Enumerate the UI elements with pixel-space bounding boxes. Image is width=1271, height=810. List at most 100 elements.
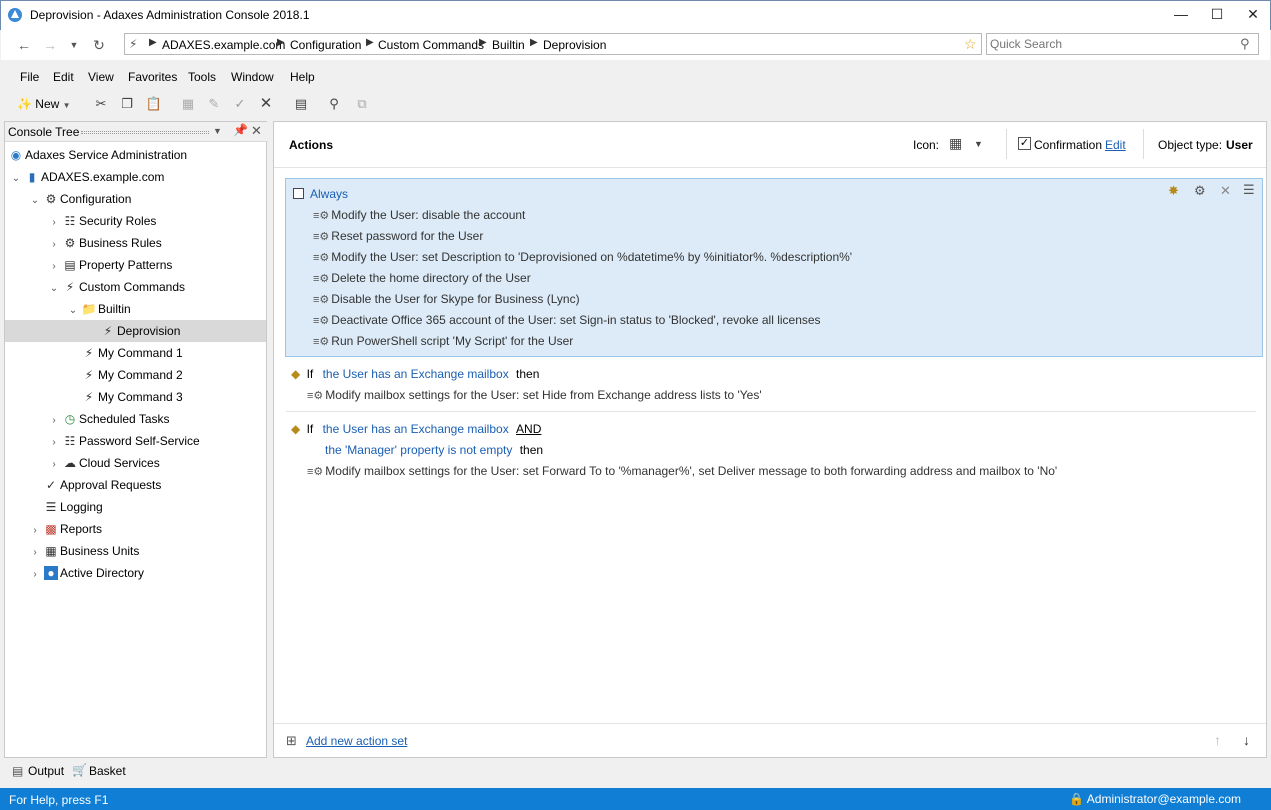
if-condition[interactable]: ◆ If the User has an Exchange mailbox AN…: [291, 422, 541, 436]
chevron-down-icon[interactable]: ⌄: [28, 190, 42, 212]
tree-item-approval-requests[interactable]: ✓ Approval Requests: [42, 474, 161, 496]
chevron-right-icon[interactable]: ›: [47, 234, 61, 256]
tree-item-cloud-services[interactable]: › ☁ Cloud Services: [47, 452, 159, 476]
tree-item-security-roles[interactable]: › ☷ Security Roles: [47, 210, 156, 232]
maximize-button[interactable]: ☐: [1199, 1, 1235, 29]
breadcrumb-custom-commands[interactable]: Custom Commands: [378, 38, 484, 52]
move-up-icon[interactable]: ↑: [1214, 732, 1221, 748]
menu-help[interactable]: Help: [290, 70, 315, 84]
chevron-down-icon[interactable]: ⌄: [9, 168, 23, 190]
breadcrumb-deprovision[interactable]: Deprovision: [543, 38, 606, 52]
tree-item-password-self-service[interactable]: › ☷ Password Self-Service: [47, 430, 199, 454]
back-icon[interactable]: ←: [13, 35, 35, 55]
tree-item-builtin[interactable]: ⌄ 📁 Builtin: [66, 298, 131, 320]
forward-icon[interactable]: →: [39, 35, 61, 55]
breadcrumb-separator-icon: ▶: [149, 37, 157, 48]
add-action-icon[interactable]: ⚙: [1194, 183, 1206, 199]
action-item[interactable]: ≡⚙ Run PowerShell script 'My Script' for …: [313, 334, 573, 348]
action-item[interactable]: ≡⚙ Delete the home directory of the User: [313, 271, 531, 285]
chevron-down-icon[interactable]: ⌄: [47, 278, 61, 300]
menu-tools[interactable]: Tools: [188, 70, 216, 84]
find-icon[interactable]: ⚲: [323, 94, 345, 114]
tab-output[interactable]: Output: [28, 764, 64, 778]
properties-icon[interactable]: ▤: [290, 94, 312, 114]
chevron-right-icon[interactable]: ›: [28, 520, 42, 542]
tree-item-configuration[interactable]: ⌄ ⚙ Configuration: [28, 188, 132, 212]
chevron-right-icon[interactable]: ›: [28, 564, 42, 586]
close-button[interactable]: ✕: [1235, 1, 1271, 29]
tree-item-my-command-3[interactable]: ⚡ My Command 3: [80, 386, 183, 408]
action-item[interactable]: ≡⚙ Modify mailbox settings for the User: …: [307, 388, 762, 402]
breadcrumb-domain[interactable]: ADAXES.example.com: [162, 38, 285, 52]
chevron-right-icon[interactable]: ›: [47, 212, 61, 234]
tree-item-logging[interactable]: ☰ Logging: [42, 496, 103, 518]
tab-basket[interactable]: Basket: [89, 764, 126, 778]
minimize-button[interactable]: —: [1163, 1, 1199, 29]
search-input[interactable]: [990, 37, 1230, 51]
action-item[interactable]: ≡⚙ Modify mailbox settings for the User: …: [307, 464, 1057, 478]
close-icon[interactable]: ✕: [251, 123, 262, 139]
add-condition-icon[interactable]: ✸: [1168, 183, 1179, 199]
action-gear-icon: ≡⚙: [307, 390, 324, 402]
add-new-action-set-link[interactable]: Add new action set: [306, 734, 407, 748]
action-item[interactable]: ≡⚙ Disable the User for Skype for Busines…: [313, 292, 580, 306]
chevron-right-icon[interactable]: ›: [47, 410, 61, 432]
confirmation-checkbox[interactable]: ✓: [1018, 137, 1031, 150]
pin-icon[interactable]: 📌: [233, 123, 248, 137]
search-icon[interactable]: ⚲: [1240, 36, 1250, 52]
tree-item-my-command-2[interactable]: ⚡ My Command 2: [80, 364, 183, 386]
chevron-right-icon[interactable]: ›: [47, 454, 61, 476]
action-item[interactable]: ≡⚙ Reset password for the User: [313, 229, 483, 243]
history-dropdown-icon[interactable]: ▼: [63, 35, 85, 55]
menu-view[interactable]: View: [88, 70, 114, 84]
quick-search[interactable]: ⚲: [986, 33, 1259, 55]
new-button[interactable]: ✨ New ▼: [17, 94, 81, 114]
tree-item-reports[interactable]: › ▩ Reports: [28, 518, 102, 540]
rename-icon[interactable]: ▦: [177, 94, 199, 114]
execute-icon[interactable]: ✓: [229, 94, 251, 114]
tree-item-adaxes-service[interactable]: ◉ Adaxes Service Administration: [7, 144, 187, 166]
tree-item-business-rules[interactable]: › ⚙ Business Rules: [47, 232, 161, 256]
address-bar[interactable]: ⚡ ▶ ADAXES.example.com ▶ Configuration ▶…: [124, 33, 982, 55]
tree-item-property-patterns[interactable]: › ▤ Property Patterns: [47, 254, 172, 276]
remove-set-icon[interactable]: ☰: [1243, 182, 1255, 198]
move-down-icon[interactable]: ↓: [1243, 732, 1250, 748]
delete-icon[interactable]: ✕: [1220, 183, 1231, 199]
chevron-down-icon[interactable]: ▼: [213, 126, 222, 136]
delete-icon[interactable]: ✕: [255, 94, 277, 114]
edit-icon[interactable]: ✎: [203, 94, 225, 114]
tree-item-scheduled-tasks[interactable]: › ◷ Scheduled Tasks: [47, 408, 169, 432]
action-item[interactable]: ≡⚙ Deactivate Office 365 account of the U…: [313, 313, 821, 327]
refresh-icon[interactable]: ↻: [88, 35, 110, 55]
copy-icon[interactable]: ❐: [116, 94, 138, 114]
breadcrumb-builtin[interactable]: Builtin: [492, 38, 525, 52]
chevron-right-icon[interactable]: ›: [47, 256, 61, 278]
console-tree-panel: Console Tree ▼ 📌 ✕ ◉ Adaxes Service Admin…: [4, 121, 268, 758]
tree-item-business-units[interactable]: › ▦ Business Units: [28, 540, 139, 562]
cut-icon[interactable]: ✂: [90, 94, 112, 114]
favorite-star-icon[interactable]: ☆: [964, 36, 977, 53]
if-condition[interactable]: the 'Manager' property is not empty then: [325, 443, 543, 457]
windows-icon[interactable]: ⧉: [351, 94, 373, 114]
chevron-right-icon[interactable]: ›: [28, 542, 42, 564]
tree-item-custom-commands[interactable]: ⌄ ⚡ Custom Commands: [47, 276, 185, 298]
menu-window[interactable]: Window: [231, 70, 274, 84]
action-item[interactable]: ≡⚙ Modify the User: set Description to 'D…: [313, 250, 852, 264]
edit-confirmation-link[interactable]: Edit: [1105, 138, 1126, 152]
action-item[interactable]: ≡⚙ Modify the User: disable the account: [313, 208, 525, 222]
tree-item-domain[interactable]: ⌄ ▮ ADAXES.example.com: [9, 166, 165, 190]
tree-item-active-directory[interactable]: › ● Active Directory: [28, 562, 144, 584]
menu-file[interactable]: File: [20, 70, 39, 84]
always-action-set[interactable]: Always ✸ ⚙ ✕ ☰ ≡⚙ Modify the User: disabl…: [285, 178, 1263, 357]
menu-edit[interactable]: Edit: [53, 70, 74, 84]
menu-favorites[interactable]: Favorites: [128, 70, 177, 84]
if-condition[interactable]: ◆ If the User has an Exchange mailbox th…: [291, 367, 539, 381]
breadcrumb-configuration[interactable]: Configuration: [290, 38, 361, 52]
chevron-down-icon[interactable]: ⌄: [66, 300, 80, 322]
paste-icon[interactable]: 📋: [143, 94, 165, 114]
tree-item-my-command-1[interactable]: ⚡ My Command 1: [80, 342, 183, 364]
tree-item-deprovision[interactable]: ⚡ Deprovision: [5, 320, 266, 342]
command-icon-picker[interactable]: ▦: [949, 135, 962, 152]
chevron-down-icon[interactable]: ▼: [974, 139, 983, 149]
chevron-right-icon[interactable]: ›: [47, 432, 61, 454]
